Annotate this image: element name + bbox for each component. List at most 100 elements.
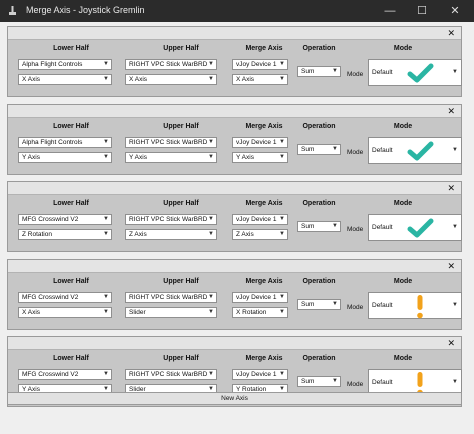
lower-device-select[interactable]: MFG Crosswind V2 ▼ (18, 214, 112, 225)
merge-axis-select[interactable]: Z Axis ▼ (232, 229, 288, 240)
merge-axis-select-value: X Axis (236, 76, 255, 83)
lower-half-header: Lower Half (53, 200, 89, 207)
mode-label: Mode (347, 71, 364, 78)
chevron-down-icon: ▼ (103, 309, 109, 315)
chevron-down-icon: ▼ (452, 224, 458, 230)
chevron-down-icon: ▼ (452, 147, 458, 153)
chevron-down-icon: ▼ (103, 216, 109, 222)
warning-icon (417, 295, 423, 319)
mode-label: Mode (347, 149, 364, 156)
upper-half-header: Upper Half (163, 45, 199, 52)
mode-select-value: Default (372, 224, 393, 231)
operation-select[interactable]: Sum ▼ (297, 66, 341, 77)
merge-device-select-value: vJoy Device 1 (236, 139, 277, 146)
operation-select[interactable]: Sum ▼ (297, 376, 341, 387)
upper-device-select[interactable]: RIGHT VPC Stick WarBRD ▼ (125, 214, 217, 225)
upper-half-header: Upper Half (163, 123, 199, 130)
chevron-down-icon: ▼ (279, 309, 285, 315)
mode-header: Mode (393, 123, 413, 130)
operation-select-value: Sum (301, 146, 315, 153)
panel-close-button[interactable]: ✕ (447, 105, 455, 118)
mode-label: Mode (347, 304, 364, 311)
upper-axis-select-value: Z Axis (129, 231, 147, 238)
merge-axis-select[interactable]: Y Axis ▼ (232, 152, 288, 163)
mode-header: Mode (393, 200, 413, 207)
lower-device-select[interactable]: Alpha Flight Controls ▼ (18, 137, 112, 148)
chevron-down-icon: ▼ (452, 69, 458, 75)
check-icon (407, 141, 434, 161)
mode-header: Mode (393, 278, 413, 285)
chevron-down-icon: ▼ (103, 231, 109, 237)
minimize-button[interactable]: — (375, 0, 405, 22)
panel-close-button[interactable]: ✕ (447, 27, 455, 40)
lower-device-select[interactable]: MFG Crosswind V2 ▼ (18, 292, 112, 303)
panel-header-bar: ✕ (8, 182, 461, 195)
panel-header-bar: ✕ (8, 260, 461, 273)
chevron-down-icon: ▼ (279, 61, 285, 67)
content-area: ✕ Lower Half Upper Half Merge Axis Operation… (0, 22, 474, 434)
chevron-down-icon: ▼ (103, 76, 109, 82)
upper-half-header: Upper Half (163, 200, 199, 207)
chevron-down-icon: ▼ (279, 154, 285, 160)
window-title: Merge Axis - Joystick Gremlin (26, 5, 145, 15)
new-axis-button[interactable]: New Axis (7, 392, 462, 405)
chevron-down-icon: ▼ (208, 216, 214, 222)
mode-select-value: Default (372, 302, 393, 309)
upper-axis-select[interactable]: Y Axis ▼ (125, 152, 217, 163)
mode-select[interactable]: Default ▼ (368, 292, 462, 319)
lower-axis-select[interactable]: Z Rotation ▼ (18, 229, 112, 240)
lower-device-select-value: MFG Crosswind V2 (22, 371, 79, 378)
lower-device-select-value: Alpha Flight Controls (22, 139, 83, 146)
operation-select[interactable]: Sum ▼ (297, 144, 341, 155)
chevron-down-icon: ▼ (103, 154, 109, 160)
chevron-down-icon: ▼ (208, 139, 214, 145)
mode-select-value: Default (372, 69, 393, 76)
merge-device-select[interactable]: vJoy Device 1 ▼ (232, 137, 288, 148)
operation-header: Operation (302, 278, 336, 285)
merge-axis-panel: ✕ Lower Half Upper Half Merge Axis Operation… (7, 26, 462, 97)
upper-device-select[interactable]: RIGHT VPC Stick WarBRD ▼ (125, 137, 217, 148)
merge-axis-header: Merge Axis (245, 200, 283, 207)
lower-axis-select[interactable]: Y Axis ▼ (18, 152, 112, 163)
upper-axis-select[interactable]: Z Axis ▼ (125, 229, 217, 240)
mode-select[interactable]: Default ▼ (368, 214, 462, 241)
close-window-button[interactable]: ✕ (440, 0, 470, 22)
operation-select-value: Sum (301, 68, 315, 75)
upper-device-select[interactable]: RIGHT VPC Stick WarBRD ▼ (125, 292, 217, 303)
upper-axis-select[interactable]: Slider ▼ (125, 307, 217, 318)
panel-close-button[interactable]: ✕ (447, 337, 455, 350)
upper-axis-select[interactable]: X Axis ▼ (125, 74, 217, 85)
operation-header: Operation (302, 123, 336, 130)
mode-select[interactable]: Default ▼ (368, 137, 462, 164)
merge-axis-header: Merge Axis (245, 123, 283, 130)
merge-axis-select[interactable]: X Rotation ▼ (232, 307, 288, 318)
upper-device-select[interactable]: RIGHT VPC Stick WarBRD ▼ (125, 369, 217, 380)
operation-select[interactable]: Sum ▼ (297, 299, 341, 310)
merge-axis-header: Merge Axis (245, 355, 283, 362)
operation-select[interactable]: Sum ▼ (297, 221, 341, 232)
panel-header-bar: ✕ (8, 337, 461, 350)
upper-axis-select-value: Y Axis (129, 154, 147, 161)
upper-axis-select-value: Slider (129, 309, 146, 316)
lower-axis-select[interactable]: X Axis ▼ (18, 74, 112, 85)
merge-axis-panel: ✕ Lower Half Upper Half Merge Axis Operation… (7, 259, 462, 330)
operation-select-value: Sum (301, 301, 315, 308)
mode-select[interactable]: Default ▼ (368, 59, 462, 86)
operation-header: Operation (302, 200, 336, 207)
merge-device-select[interactable]: vJoy Device 1 ▼ (232, 214, 288, 225)
merge-device-select[interactable]: vJoy Device 1 ▼ (232, 369, 288, 380)
chevron-down-icon: ▼ (208, 61, 214, 67)
panel-close-button[interactable]: ✕ (447, 260, 455, 273)
maximize-button[interactable]: ☐ (407, 0, 437, 22)
lower-axis-select-value: Y Axis (22, 154, 40, 161)
merge-device-select[interactable]: vJoy Device 1 ▼ (232, 292, 288, 303)
lower-device-select[interactable]: MFG Crosswind V2 ▼ (18, 369, 112, 380)
panel-close-button[interactable]: ✕ (447, 182, 455, 195)
merge-axis-select[interactable]: X Axis ▼ (232, 74, 288, 85)
lower-axis-select[interactable]: X Axis ▼ (18, 307, 112, 318)
merge-device-select[interactable]: vJoy Device 1 ▼ (232, 59, 288, 70)
upper-device-select[interactable]: RIGHT VPC Stick WarBRD ▼ (125, 59, 217, 70)
operation-select-value: Sum (301, 378, 315, 385)
chevron-down-icon: ▼ (103, 61, 109, 67)
lower-device-select[interactable]: Alpha Flight Controls ▼ (18, 59, 112, 70)
